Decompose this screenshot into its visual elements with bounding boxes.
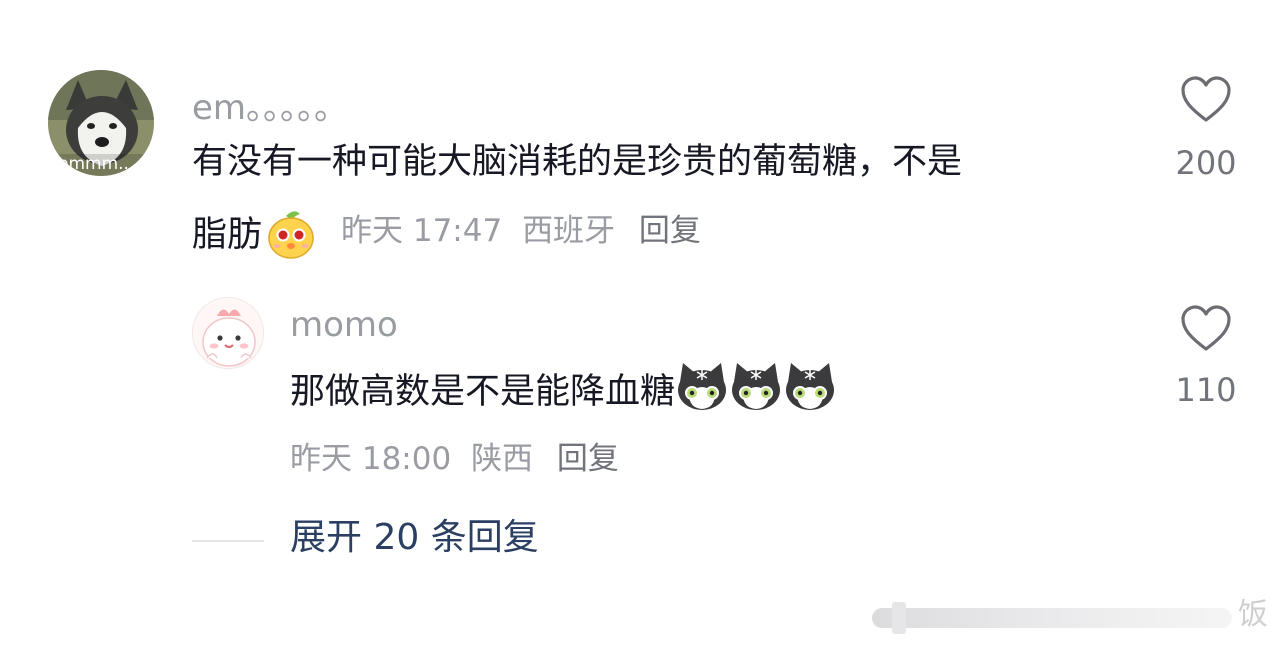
comment-username[interactable]: em。。。。。: [192, 80, 348, 129]
comment-text-line2-row: 脂肪: [192, 211, 318, 260]
comment-location: 西班牙: [522, 213, 616, 249]
reply-time: 昨天 18:00: [290, 441, 452, 477]
reply-button[interactable]: 回复: [639, 213, 701, 249]
chick-emoji-icon: [264, 206, 318, 260]
cat-emoji-icon: [675, 360, 729, 412]
watermark-text: 饭: [1238, 597, 1268, 632]
avatar-momo[interactable]: [192, 297, 264, 369]
like-count: 200: [1175, 144, 1237, 182]
reply-button[interactable]: 回复: [557, 441, 619, 477]
expand-replies-button[interactable]: 展开 20 条回复: [290, 520, 539, 556]
like-heart-icon[interactable]: [1180, 76, 1232, 128]
avatar-caption: emmm...: [58, 154, 135, 174]
expand-divider: [192, 540, 264, 542]
cat-emoji-icon: [729, 360, 783, 412]
comment-meta: 昨天 17:47 西班牙 回复: [341, 216, 701, 247]
like-count: 110: [1175, 371, 1237, 409]
watermark-bar: [872, 600, 1252, 636]
like-heart-icon[interactable]: [1180, 305, 1232, 357]
comment-text-line2: 脂肪: [192, 215, 263, 255]
comment-time: 昨天 17:47: [341, 213, 503, 249]
reply-text: 那做高数是不是能降血糖: [290, 372, 676, 412]
cat-emoji-icon: [783, 360, 837, 412]
comment-text-line1: 有没有一种可能大脑消耗的是珍贵的葡萄糖，不是: [192, 142, 963, 182]
avatar-em[interactable]: emmm...: [48, 70, 154, 176]
reply-location: 陕西: [471, 441, 534, 477]
reply-username[interactable]: momo: [290, 305, 398, 345]
reply-text-row: 那做高数是不是能降血糖: [290, 363, 837, 412]
reply-meta: 昨天 18:00 陕西 回复: [290, 444, 619, 475]
